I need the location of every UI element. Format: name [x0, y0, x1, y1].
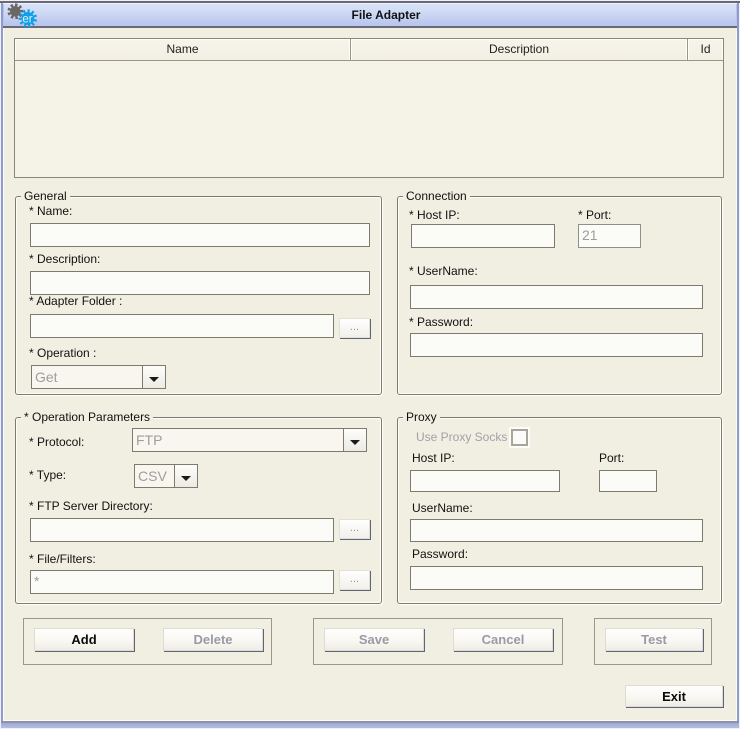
svg-text:er: er — [22, 13, 32, 25]
